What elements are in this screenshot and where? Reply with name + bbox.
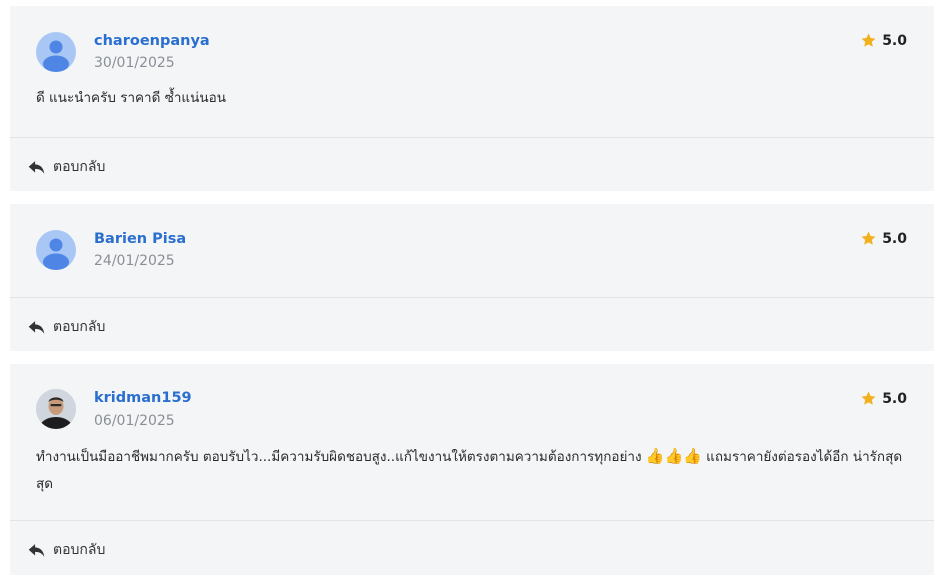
- reply-button[interactable]: ตอบกลับ: [26, 314, 107, 340]
- user-avatar-icon[interactable]: [36, 32, 76, 72]
- review-date: 06/01/2025: [94, 413, 175, 429]
- comment-text: ทำงานเป็นมืออาชีพมากครับ ตอบรับไว...มีคว…: [36, 449, 646, 465]
- review-date: 30/01/2025: [94, 55, 175, 71]
- user-avatar-icon[interactable]: [36, 389, 76, 429]
- reply-label: ตอบกลับ: [53, 319, 106, 335]
- star-icon: [861, 33, 876, 47]
- user-avatar-icon[interactable]: [36, 230, 76, 270]
- reply-arrow-icon: [28, 160, 45, 174]
- divider: [10, 520, 934, 521]
- reply-label: ตอบกลับ: [53, 542, 106, 558]
- reply-button[interactable]: ตอบกลับ: [26, 537, 107, 563]
- review-comment: ทำงานเป็นมืออาชีพมากครับ ตอบรับไว...มีคว…: [36, 443, 906, 498]
- star-icon: [861, 391, 876, 405]
- reply-arrow-icon: [28, 320, 45, 334]
- reply-label: ตอบกลับ: [53, 159, 106, 175]
- review-rating: 5.0: [860, 230, 907, 247]
- review-username[interactable]: charoenpanya: [94, 33, 210, 49]
- review-card: Barien Pisa 24/01/2025 5.0 ตอบกลับ: [10, 204, 934, 351]
- rating-value: 5.0: [882, 32, 907, 49]
- rating-value: 5.0: [882, 390, 907, 407]
- rating-value: 5.0: [882, 230, 907, 247]
- reply-button[interactable]: ตอบกลับ: [26, 154, 107, 180]
- review-date: 24/01/2025: [94, 253, 175, 269]
- star-icon: [861, 231, 876, 245]
- reply-arrow-icon: [28, 543, 45, 557]
- divider: [10, 137, 934, 138]
- review-card: charoenpanya 30/01/2025 5.0 ดี แนะนำครับ…: [10, 6, 934, 191]
- thumbs-up-emoji: 👍👍👍: [645, 447, 702, 465]
- review-rating: 5.0: [860, 390, 907, 407]
- review-username[interactable]: kridman159: [94, 390, 192, 406]
- review-username[interactable]: Barien Pisa: [94, 231, 186, 247]
- divider: [10, 297, 934, 298]
- review-card: kridman159 06/01/2025 5.0 ทำงานเป็นมืออา…: [10, 364, 934, 575]
- review-comment: ดี แนะนำครับ ราคาดี ซ้ำแน่นอน: [36, 90, 226, 106]
- review-rating: 5.0: [860, 32, 907, 49]
